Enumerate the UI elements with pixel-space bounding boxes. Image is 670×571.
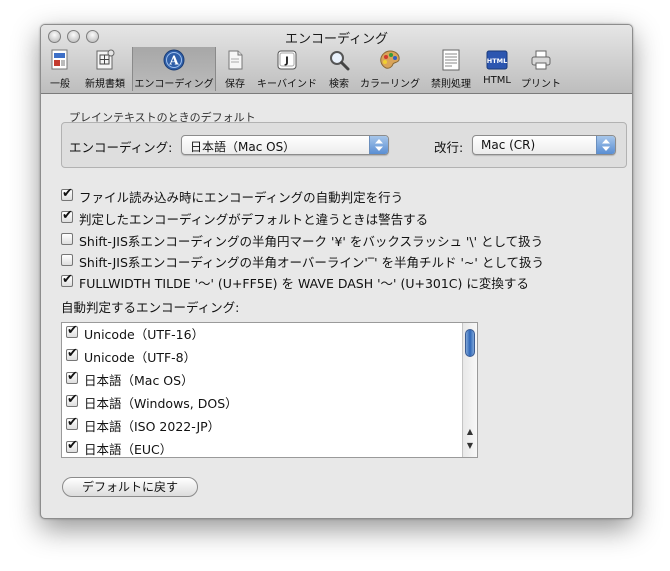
toolbar-item-search[interactable]: 検索 [325, 47, 353, 91]
scroll-up-arrow-icon[interactable]: ▲ [463, 427, 477, 441]
checkbox[interactable]: ✔ [66, 369, 78, 384]
toolbar-item-encoding[interactable]: A エンコーディング [132, 47, 216, 91]
checkbox[interactable]: ✔ [66, 346, 78, 361]
printer-icon [531, 50, 551, 70]
svg-text:A: A [168, 54, 179, 68]
toolbar-item-html[interactable]: HTML HTML [480, 47, 514, 91]
checkbox[interactable]: ✔ [61, 272, 73, 287]
keybinding-icon: J [277, 50, 297, 70]
restore-defaults-button[interactable]: デフォルトに戻す [62, 477, 198, 497]
new-document-icon [96, 49, 115, 70]
checkbox[interactable] [61, 254, 73, 266]
list-scrollbar[interactable]: ▲ ▼ [462, 323, 477, 457]
checkbox[interactable]: ✔ [61, 186, 73, 201]
checkbox[interactable]: ✔ [66, 323, 78, 338]
svg-text:J: J [284, 56, 289, 67]
linebreak-label: 改行: [434, 140, 464, 155]
checkbox[interactable]: ✔ [66, 415, 78, 430]
checkbox[interactable] [61, 233, 73, 245]
scroll-down-arrow-icon[interactable]: ▼ [463, 441, 477, 455]
checkmark-icon: ✔ [62, 186, 73, 201]
encoding-popup[interactable]: 日本語（Mac OS） [181, 135, 389, 155]
search-icon [330, 51, 350, 71]
toolbar-item-print[interactable]: プリント [519, 47, 563, 91]
linebreak-popup-value: Mac (CR) [481, 138, 536, 152]
encoding-popup-value: 日本語（Mac OS） [190, 140, 296, 154]
checkmark-icon: ✔ [62, 272, 73, 287]
checkmark-icon: ✔ [67, 346, 78, 361]
svg-text:HTML: HTML [487, 57, 507, 65]
popup-arrows-icon [369, 136, 388, 154]
coloring-palette-icon [380, 50, 400, 69]
checkmark-icon: ✔ [67, 438, 78, 453]
toolbar: エンコーディング 一般 新規書類 A エンコーディング 保存 J キーバインド … [41, 25, 632, 94]
auto-detect-title: 自動判定するエンコーディング: [61, 300, 240, 315]
line-break-rules-icon [442, 49, 460, 71]
checkmark-icon: ✔ [62, 208, 73, 223]
checkbox[interactable]: ✔ [61, 208, 73, 223]
html-icon: HTML [486, 50, 508, 70]
toolbar-item-save[interactable]: 保存 [221, 47, 249, 91]
popup-arrows-icon [596, 136, 615, 154]
toolbar-item-coloring[interactable]: カラーリング [358, 47, 422, 91]
toolbar-item-general[interactable]: 一般 [45, 47, 75, 91]
checkmark-icon: ✔ [67, 392, 78, 407]
encoding-icon: A [163, 49, 185, 71]
linebreak-popup[interactable]: Mac (CR) [472, 135, 616, 155]
checkbox[interactable]: ✔ [66, 392, 78, 407]
encoding-label: エンコーディング: [69, 140, 173, 155]
preferences-window: エンコーディング 一般 新規書類 A エンコーディング 保存 J キーバインド … [40, 24, 633, 519]
window-title: エンコーディング [284, 32, 389, 47]
toolbar-item-keybinding[interactable]: J キーバインド [255, 47, 319, 91]
checkbox[interactable]: ✔ [66, 438, 78, 453]
checkmark-icon: ✔ [67, 415, 78, 430]
save-icon [228, 50, 243, 70]
auto-detect-encoding-list[interactable]: ✔ Unicode（UTF-16） ✔ Unicode（UTF-8） ✔ 日本語… [61, 322, 478, 458]
toolbar-item-new-document[interactable]: 新規書類 [81, 47, 129, 91]
general-prefs-icon [51, 49, 68, 70]
checkmark-icon: ✔ [67, 323, 78, 338]
plain-text-defaults-group: エンコーディング: 日本語（Mac OS） 改行: Mac (CR) [61, 122, 627, 168]
checkmark-icon: ✔ [67, 369, 78, 384]
scrollbar-thumb[interactable] [465, 329, 475, 357]
toolbar-item-line-break-rules[interactable]: 禁則処理 [428, 47, 474, 91]
